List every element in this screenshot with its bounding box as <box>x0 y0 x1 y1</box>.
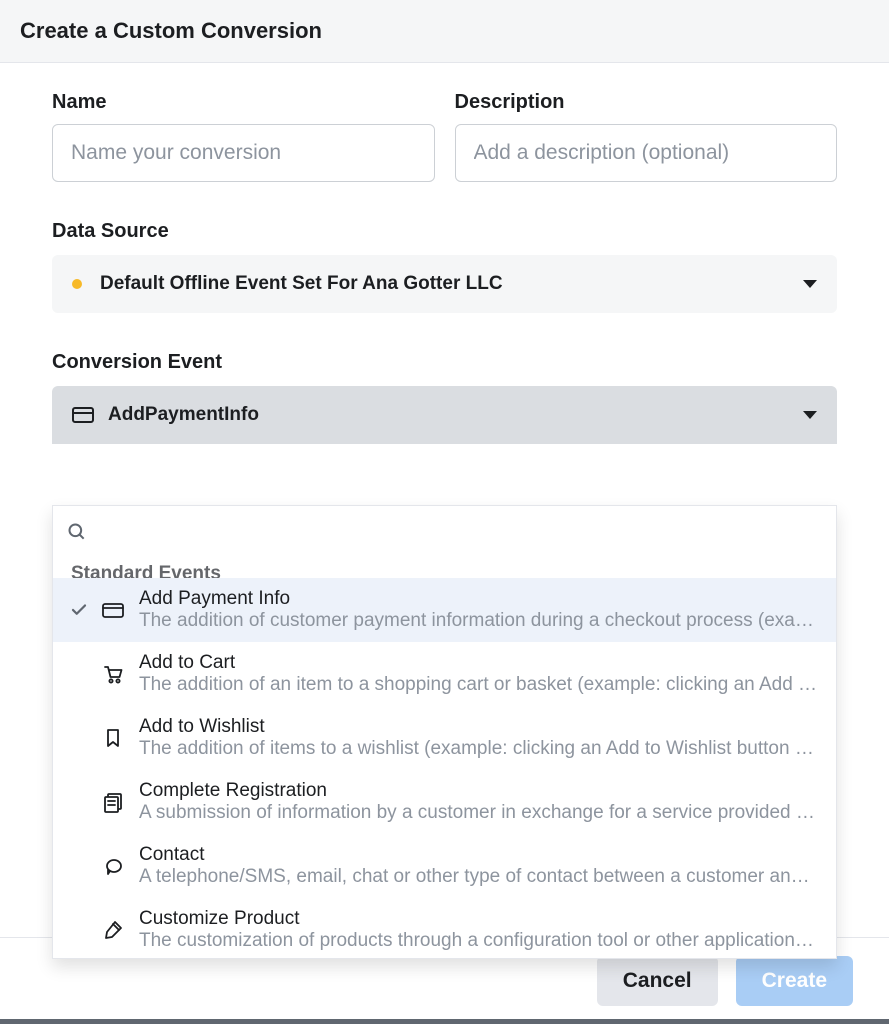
name-label: Name <box>52 91 435 114</box>
conversion-event-selected: AddPaymentInfo <box>108 404 803 426</box>
modal-body: Name Description Data Source Default Off… <box>0 63 889 444</box>
conversion-event-label: Conversion Event <box>52 351 837 374</box>
event-option-title: Add Payment Info <box>139 588 818 610</box>
event-search-input[interactable] <box>97 506 822 558</box>
event-options-list: Add Payment InfoThe addition of customer… <box>53 578 836 958</box>
event-option[interactable]: Customize ProductThe customization of pr… <box>53 898 836 958</box>
conversion-event-section: Conversion Event AddPaymentInfo <box>52 351 837 444</box>
name-field: Name <box>52 91 435 182</box>
description-input[interactable] <box>455 124 838 182</box>
name-input[interactable] <box>52 124 435 182</box>
chat-icon <box>95 854 131 878</box>
event-option-title: Add to Cart <box>139 652 818 674</box>
bottom-rail <box>0 1019 889 1024</box>
modal-header: Create a Custom Conversion <box>0 0 889 63</box>
event-option[interactable]: Add to CartThe addition of an item to a … <box>53 642 836 706</box>
description-field: Description <box>455 91 838 182</box>
form-icon <box>95 790 131 814</box>
event-option-title: Add to Wishlist <box>139 716 818 738</box>
conversion-event-panel: Standard Events Add Payment InfoThe addi… <box>52 505 837 959</box>
event-option[interactable]: Complete RegistrationA submission of inf… <box>53 770 836 834</box>
credit-card-icon <box>95 598 131 622</box>
data-source-dropdown[interactable]: Default Offline Event Set For Ana Gotter… <box>52 255 837 313</box>
cancel-button[interactable]: Cancel <box>597 956 718 1006</box>
event-option-title: Complete Registration <box>139 780 818 802</box>
event-search-row <box>53 506 836 558</box>
bookmark-icon <box>95 726 131 750</box>
data-source-selected: Default Offline Event Set For Ana Gotter… <box>100 273 803 295</box>
event-option-title: Contact <box>139 844 818 866</box>
conversion-event-dropdown[interactable]: AddPaymentInfo <box>52 386 837 444</box>
event-group-header: Standard Events <box>53 558 836 578</box>
chevron-down-icon <box>803 280 817 288</box>
event-option[interactable]: ContactA telephone/SMS, email, chat or o… <box>53 834 836 898</box>
data-source-section: Data Source Default Offline Event Set Fo… <box>52 220 837 313</box>
cart-icon <box>95 662 131 686</box>
check-icon <box>63 601 95 619</box>
status-dot-icon <box>72 279 82 289</box>
event-option-desc: A telephone/SMS, email, chat or other ty… <box>139 866 818 888</box>
event-option[interactable]: Add Payment InfoThe addition of customer… <box>53 578 836 642</box>
event-option-desc: The addition of items to a wishlist (exa… <box>139 738 818 760</box>
search-icon <box>67 522 87 542</box>
brush-icon <box>95 918 131 942</box>
data-source-label: Data Source <box>52 220 837 243</box>
event-option-desc: The customization of products through a … <box>139 930 818 952</box>
event-option[interactable]: Add to WishlistThe addition of items to … <box>53 706 836 770</box>
modal-title: Create a Custom Conversion <box>20 18 869 44</box>
credit-card-icon <box>72 407 94 423</box>
create-button[interactable]: Create <box>736 956 853 1006</box>
event-option-desc: The addition of customer payment informa… <box>139 610 818 632</box>
event-option-title: Customize Product <box>139 908 818 930</box>
event-option-desc: A submission of information by a custome… <box>139 802 818 824</box>
event-option-desc: The addition of an item to a shopping ca… <box>139 674 818 696</box>
chevron-down-icon <box>803 411 817 419</box>
description-label: Description <box>455 91 838 114</box>
